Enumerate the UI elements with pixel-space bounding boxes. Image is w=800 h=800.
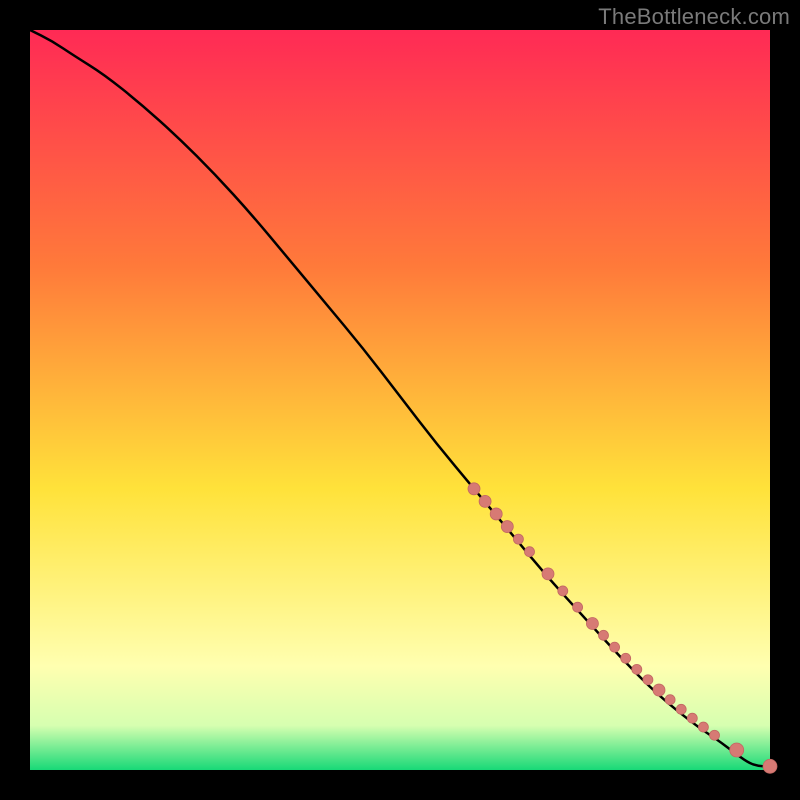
- marker-point: [698, 722, 708, 732]
- marker-point: [763, 759, 777, 773]
- marker-point: [542, 568, 554, 580]
- marker-point: [479, 495, 491, 507]
- marker-point: [599, 630, 609, 640]
- gradient-plot: [0, 0, 800, 800]
- marker-point: [730, 743, 744, 757]
- marker-point: [632, 664, 642, 674]
- plot-background: [30, 30, 770, 770]
- marker-point: [513, 534, 523, 544]
- chart-frame: { "attribution": "TheBottleneck.com", "c…: [0, 0, 800, 800]
- marker-point: [525, 547, 535, 557]
- marker-point: [610, 642, 620, 652]
- marker-point: [643, 675, 653, 685]
- marker-point: [573, 602, 583, 612]
- marker-point: [558, 586, 568, 596]
- marker-point: [586, 617, 598, 629]
- marker-point: [468, 483, 480, 495]
- marker-point: [687, 713, 697, 723]
- marker-point: [653, 684, 665, 696]
- marker-point: [665, 695, 675, 705]
- marker-point: [501, 521, 513, 533]
- marker-point: [676, 704, 686, 714]
- marker-point: [490, 508, 502, 520]
- marker-point: [710, 730, 720, 740]
- marker-point: [621, 653, 631, 663]
